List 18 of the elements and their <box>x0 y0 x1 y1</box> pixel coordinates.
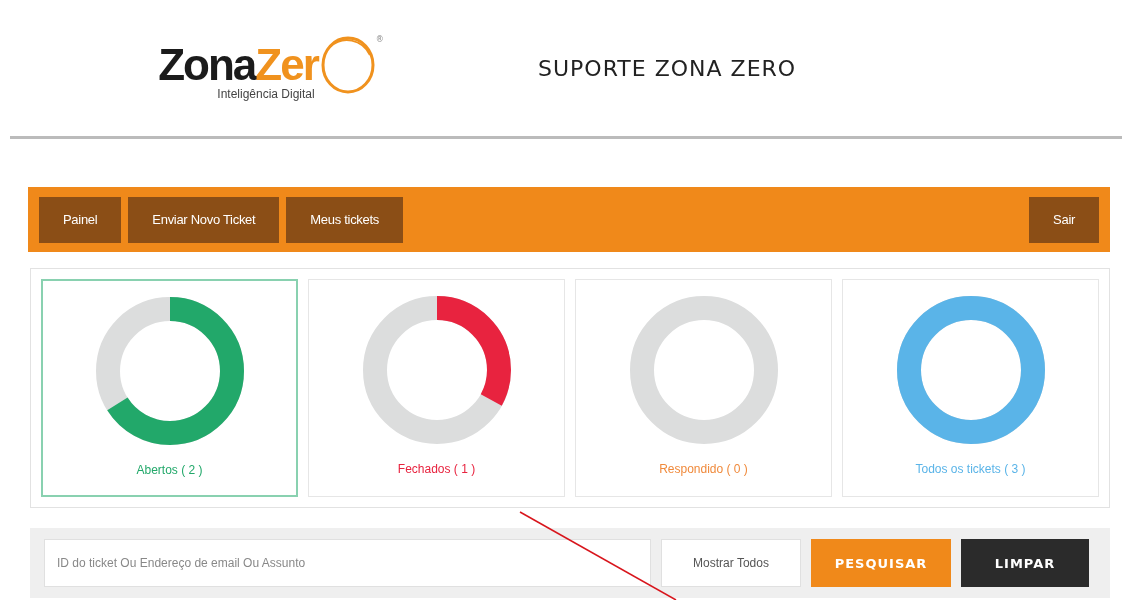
logout-button[interactable]: Sair <box>1029 196 1099 243</box>
stat-card[interactable]: Fechados ( 1 ) <box>308 279 565 497</box>
stat-label: Respondido ( 0 ) <box>659 462 748 476</box>
show-all-button[interactable]: Mostrar Todos <box>661 539 801 587</box>
nav-button[interactable]: Painel <box>39 196 122 243</box>
registered-mark: ® <box>375 35 384 44</box>
logo-tagline: Inteligência Digital <box>217 87 315 101</box>
stat-label: Fechados ( 1 ) <box>397 462 476 476</box>
stat-label: Abertos ( 2 ) <box>136 463 203 477</box>
nav-button[interactable]: Meus tickets <box>286 196 403 243</box>
nav-button[interactable]: Enviar Novo Ticket <box>128 196 280 243</box>
ring-icon <box>319 35 376 95</box>
page-title: SUPORTE ZONA ZERO <box>538 55 797 81</box>
clear-button[interactable]: LIMPAR <box>961 539 1089 587</box>
stat-label: Todos os tickets ( 3 ) <box>915 462 1026 476</box>
search-field[interactable]: ID do ticket Ou Endereço de email Ou Assunto <box>44 539 651 587</box>
logo-wordmark: Zona <box>158 40 256 89</box>
logo-wordmark: Zer <box>255 40 318 89</box>
